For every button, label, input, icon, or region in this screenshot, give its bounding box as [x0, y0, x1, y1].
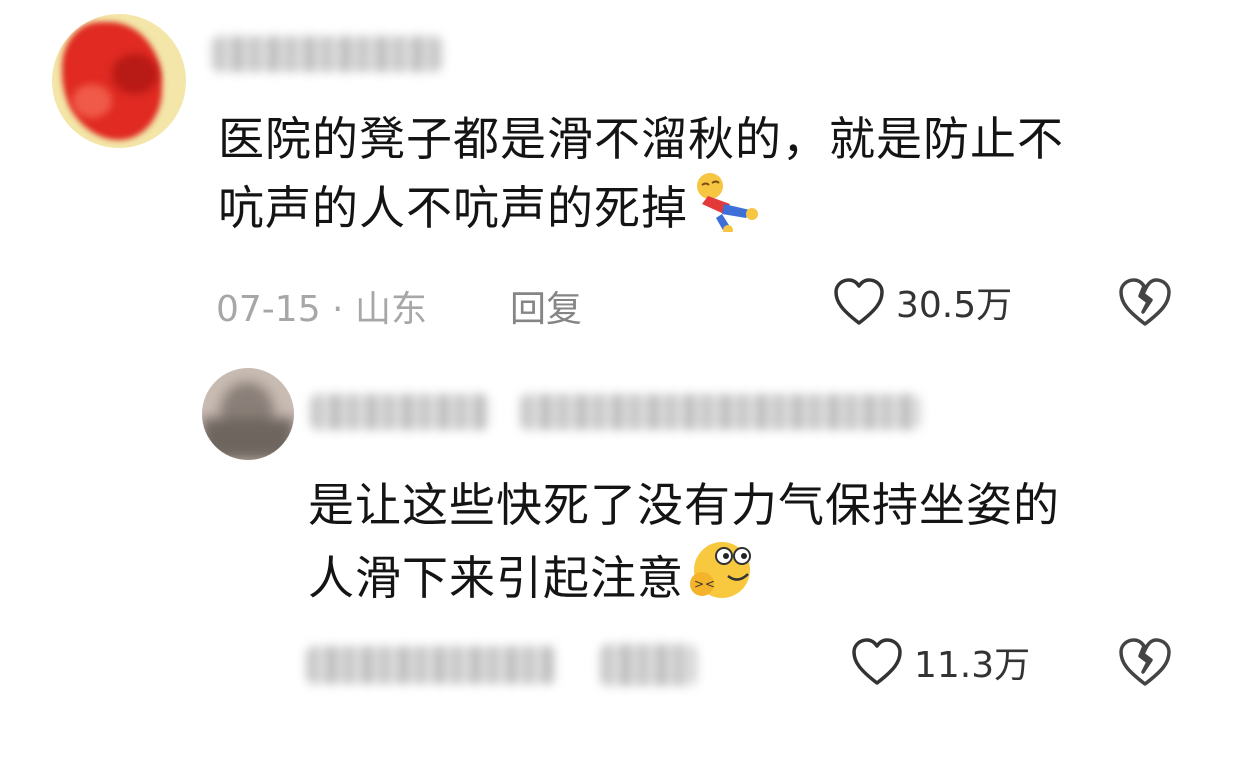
- reply-meta-blurred: [306, 646, 556, 684]
- like-button[interactable]: 11.3万: [850, 636, 1030, 688]
- lying-down-emoji-icon: [688, 170, 766, 247]
- dislike-button[interactable]: [1116, 276, 1174, 332]
- reply-button[interactable]: 回复: [510, 280, 582, 332]
- reply-text: 是让这些快死了没有力气保持坐姿的 人滑下来引起注意 ><: [308, 474, 1060, 617]
- broken-heart-icon: [1119, 278, 1171, 326]
- avatar[interactable]: [202, 368, 294, 460]
- comment-text: 医院的凳子都是滑不溜秋的，就是防止不 吭声的人不吭声的死掉: [218, 108, 1064, 247]
- heart-icon: [834, 278, 884, 325]
- like-count: 30.5万: [896, 285, 1013, 326]
- broken-heart-icon: [1119, 638, 1171, 686]
- dislike-button[interactable]: [1116, 636, 1174, 692]
- svg-text:><: ><: [694, 577, 716, 591]
- like-count: 11.3万: [914, 645, 1031, 686]
- smirk-emoji-icon: ><: [684, 536, 762, 617]
- username-blurred[interactable]: [212, 36, 442, 72]
- reply-target-blurred[interactable]: [520, 394, 920, 430]
- heart-icon: [852, 638, 902, 685]
- date-location: 07-15 · 山东: [216, 289, 427, 330]
- like-button[interactable]: 30.5万: [832, 276, 1012, 328]
- reply-action-blurred[interactable]: [600, 644, 696, 686]
- username-blurred[interactable]: [310, 394, 490, 430]
- avatar[interactable]: [52, 14, 186, 148]
